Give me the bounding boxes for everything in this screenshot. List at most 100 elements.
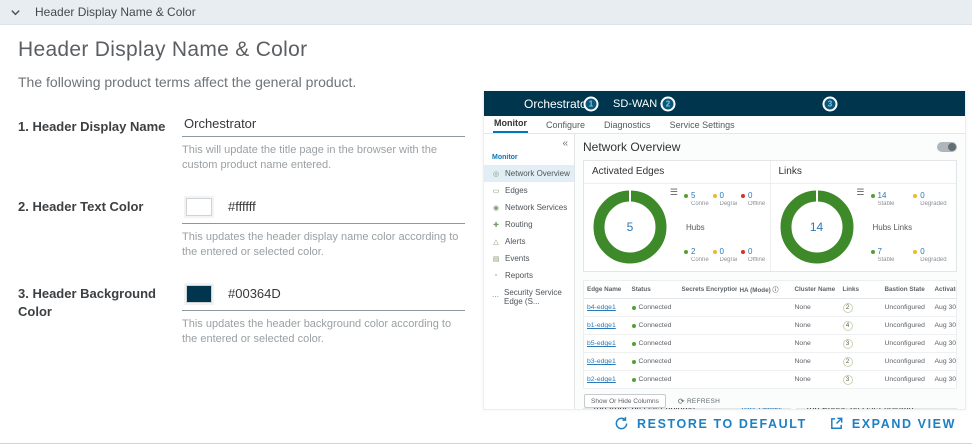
accordion-header[interactable]: Header Display Name & Color	[0, 0, 972, 25]
top-edges-card: Top Edges by Data Volume	[796, 408, 957, 409]
edges-icon: ▭	[492, 187, 500, 195]
edge-link[interactable]: b1-edge1	[587, 322, 616, 329]
legend-edges-offline: 0Offline	[741, 191, 766, 207]
sidebar-item-events[interactable]: ▤Events	[484, 250, 574, 267]
top-apps-card: Top Apps by Data Volume Past 2 weeks	[583, 408, 791, 409]
alerts-icon: △	[492, 238, 500, 246]
refresh-button[interactable]: ⟳ REFRESH	[678, 397, 720, 406]
tab-diagnostics[interactable]: Diagnostics	[603, 118, 652, 133]
activated-edges-donut: 5 ☰	[592, 189, 668, 265]
chart-menu-icon[interactable]: ☰	[856, 187, 864, 198]
preview-app-header: Orchestrator 1 SD-WAN 2 3	[484, 91, 965, 116]
hubs-label: Hubs	[684, 223, 766, 232]
sidebar-item-network-services[interactable]: ◉Network Services	[484, 199, 574, 216]
background-color-input[interactable]: #00364D	[228, 286, 281, 301]
col-links: Links	[840, 281, 882, 299]
sidebar-item-reports[interactable]: ▫Reports	[484, 267, 574, 284]
links-count-badge: 3	[843, 339, 853, 349]
preview-sidebar: « Monitor ◎Network Overview ▭Edges ◉Netw…	[484, 134, 575, 409]
display-name-label: 1. Header Display Name	[18, 116, 182, 174]
edge-link[interactable]: b3-edge1	[587, 358, 616, 365]
legend-hubs-connected: 2Connected	[684, 247, 709, 263]
field-row-background-color: 3. Header Background Color #00364D This …	[18, 283, 470, 348]
legend-hubs-offline: 0Offline	[741, 247, 766, 263]
expand-view-button[interactable]: EXPAND VIEW	[829, 416, 956, 431]
links-title: Links	[771, 161, 957, 184]
activated-edges-panel: Activated Edges 5 ☰ 5Connec	[584, 161, 770, 271]
background-color-label: 3. Header Background Color	[18, 283, 182, 348]
security-service-edge-icon: ⋯	[492, 293, 499, 301]
activated-edges-title: Activated Edges	[584, 161, 770, 184]
field-row-display-name: 1. Header Display Name Orchestrator This…	[18, 116, 470, 174]
links-count-badge: 2	[843, 357, 853, 367]
chart-menu-icon[interactable]: ☰	[670, 187, 678, 198]
chevron-down-icon	[10, 7, 21, 18]
text-color-help: This updates the header display name col…	[182, 230, 465, 261]
show-hide-columns-button[interactable]: Show Or Hide Columns	[584, 394, 666, 408]
tab-monitor[interactable]: Monitor	[493, 116, 528, 133]
text-color-label: 2. Header Text Color	[18, 196, 182, 261]
network-services-icon: ◉	[492, 204, 500, 212]
annotation-badge-1: 1	[584, 96, 599, 111]
collapse-sidebar-icon[interactable]: «	[562, 138, 568, 149]
links-count-badge: 3	[843, 375, 853, 385]
annotation-badge-3: 3	[823, 96, 838, 111]
edge-link[interactable]: b2-edge1	[587, 376, 616, 383]
overview-panels-card: Activated Edges 5 ☰ 5Connec	[583, 160, 957, 272]
settings-panel: Header Display Name & Color The followin…	[18, 38, 470, 369]
sidebar-section-monitor: Monitor	[492, 154, 574, 161]
sidebar-item-alerts[interactable]: △Alerts	[484, 233, 574, 250]
table-row: b5-edge1 Connected None 3 Unconfigured A…	[584, 335, 957, 353]
preview-product-menu: SD-WAN	[613, 98, 667, 110]
tab-service-settings[interactable]: Service Settings	[669, 118, 736, 133]
info-icon[interactable]: ⓘ	[773, 288, 779, 294]
overview-toggle[interactable]	[937, 142, 957, 152]
restore-to-default-button[interactable]: RESTORE TO DEFAULT	[614, 416, 807, 431]
table-row: b2-edge1 Connected None 3 Unconfigured A…	[584, 371, 957, 389]
legend-hub-links-degraded: 0Degraded	[913, 247, 952, 263]
preview-main: Network Overview Activated Edges 5	[575, 134, 965, 409]
page-subtitle: The following product terms affect the g…	[18, 74, 470, 90]
table-row: b1-edge1 Connected None 4 Unconfigured A…	[584, 317, 957, 335]
annotation-badge-2: 2	[661, 96, 676, 111]
accordion-title: Header Display Name & Color	[35, 5, 196, 19]
network-overview-title: Network Overview	[583, 140, 680, 154]
legend-hub-links-stable: 7Stable	[871, 247, 910, 263]
edge-link[interactable]: b5-edge1	[587, 340, 616, 347]
restore-icon	[614, 416, 629, 431]
text-color-swatch[interactable]	[184, 196, 214, 218]
text-color-input[interactable]: #ffffff	[228, 199, 256, 214]
display-name-help: This will update the title page in the b…	[182, 143, 465, 174]
col-activated: Activated	[932, 281, 957, 299]
preview-brand-title: Orchestrator	[524, 97, 591, 111]
table-header-row: Edge Name Status Secrets Encryption HA (…	[584, 281, 957, 299]
hubs-links-label: Hubs Links	[871, 223, 953, 232]
display-name-input[interactable]: Orchestrator	[184, 116, 256, 131]
table-row: b4-edge1 Connected None 2 Unconfigured A…	[584, 299, 957, 317]
network-overview-icon: ◎	[492, 170, 500, 178]
header-preview-image: Orchestrator 1 SD-WAN 2 3 Monitor Config…	[483, 91, 966, 410]
sidebar-item-edges[interactable]: ▭Edges	[484, 182, 574, 199]
legend-links-degraded: 0Degraded	[913, 191, 952, 207]
tab-configure[interactable]: Configure	[545, 118, 586, 133]
sidebar-item-routing[interactable]: ✚Routing	[484, 216, 574, 233]
col-edge-name: Edge Name	[584, 281, 629, 299]
edge-link[interactable]: b4-edge1	[587, 304, 616, 311]
legend-edges-degraded: 0Degraded	[713, 191, 738, 207]
edges-table: Edge Name Status Secrets Encryption HA (…	[583, 280, 957, 389]
links-count-badge: 2	[843, 303, 853, 313]
links-count-badge: 4	[843, 321, 853, 331]
background-color-help: This updates the header background color…	[182, 317, 465, 348]
field-row-text-color: 2. Header Text Color #ffffff This update…	[18, 196, 470, 261]
col-secrets-encryption: Secrets Encryption	[679, 281, 737, 299]
col-bastion-state: Bastion State	[882, 281, 932, 299]
external-link-icon	[829, 416, 844, 431]
routing-icon: ✚	[492, 221, 500, 229]
links-panel: Links 14 ☰ 14Stable	[770, 161, 957, 271]
past-2-weeks-link[interactable]: Past 2 weeks	[742, 408, 782, 409]
background-color-swatch[interactable]	[184, 283, 214, 305]
sidebar-item-network-overview[interactable]: ◎Network Overview	[484, 165, 574, 182]
sidebar-item-security-service-edge[interactable]: ⋯Security Service Edge (S...	[484, 284, 574, 310]
legend-edges-connected: 5Connected	[684, 191, 709, 207]
reports-icon: ▫	[492, 272, 500, 279]
